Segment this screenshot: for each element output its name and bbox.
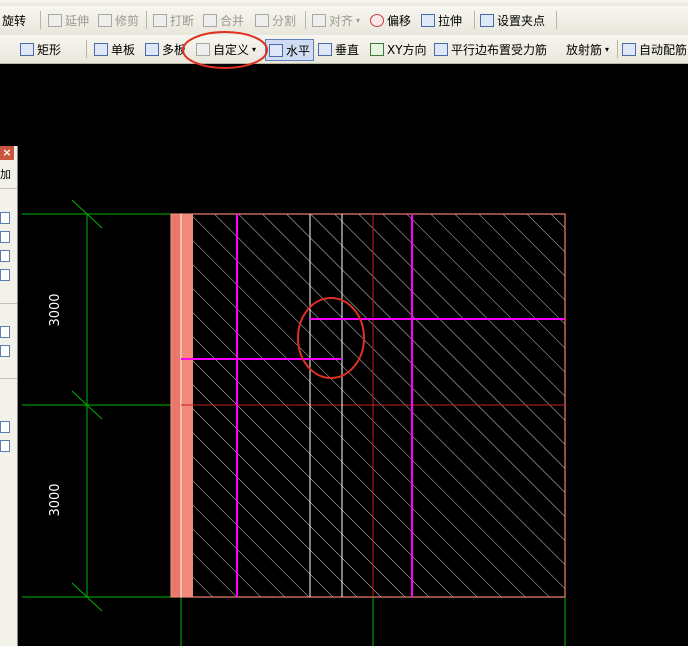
parallel-edge-label: 平行边布置受力筋 [451,42,548,57]
separator [305,11,306,29]
vertical-button[interactable]: 垂直 [318,39,359,59]
rotate-label: 旋转 [2,13,27,28]
separator [40,11,41,29]
rect-button[interactable]: 矩形 [20,39,61,59]
trim-button[interactable]: 修剪 [98,10,139,30]
extend-icon [48,13,62,27]
annotation-ellipse [182,31,268,69]
radial-rebar-button[interactable]: 放射筋 ▾ [566,39,609,59]
separator [146,11,147,29]
stretch-icon [421,13,435,27]
stretch-label: 拉伸 [438,13,463,28]
dimension-label-bottom: 3000 [48,483,63,516]
offset-label: 偏移 [387,13,412,28]
horizontal-rebar-icon [269,43,283,57]
single-slab-label: 单板 [111,42,136,57]
separator [474,11,475,29]
split-label: 分割 [272,13,297,28]
single-slab-button[interactable]: 单板 [94,39,135,59]
grip-pencil-icon [480,13,494,27]
break-label: 打断 [170,13,195,28]
auto-rebar-button[interactable]: 自动配筋 [622,39,687,59]
align-label: 对齐 [329,13,354,28]
dimension-label-top: 3000 [48,293,63,326]
xy-direction-button[interactable]: XY方向 [370,39,427,59]
separator [86,40,87,58]
split-button[interactable]: 分割 [255,10,296,30]
merge-icon [203,13,217,27]
rectangle-icon [20,42,34,56]
split-icon [255,13,269,27]
offset-button[interactable]: 偏移 [370,10,411,30]
set-grip-label: 设置夹点 [497,13,546,28]
vertical-rebar-icon [318,42,332,56]
xy-label: XY方向 [387,42,427,57]
toolbar-annotation [182,31,268,69]
extend-label: 延伸 [65,13,90,28]
align-button[interactable]: 对齐 ▾ [312,10,360,30]
rect-label: 矩形 [37,42,62,57]
parallel-edge-icon [434,42,448,56]
break-icon [153,13,167,27]
extend-button[interactable]: 延伸 [48,10,89,30]
dropdown-arrow-icon: ▾ [356,15,361,25]
drawing-canvas[interactable]: 3000 3000 [0,63,688,646]
rotate-button[interactable]: 旋转 [2,10,26,30]
merge-button[interactable]: 合并 [203,10,244,30]
set-grip-button[interactable]: 设置夹点 [480,10,545,30]
auto-rebar-icon [622,42,636,56]
separator [556,11,557,29]
offset-icon [370,13,384,27]
merge-label: 合并 [220,13,245,28]
align-icon [312,13,326,27]
stretch-button[interactable]: 拉伸 [421,10,462,30]
vertical-label: 垂直 [335,42,360,57]
trim-icon [98,13,112,27]
dropdown-arrow-icon: ▾ [605,44,610,54]
separator [617,40,618,58]
horizontal-button[interactable]: 水平 [265,39,315,61]
slab-rebar-toolbar: 矩形 单板 多板 自定义 ▾ 水平 垂直 XY方向 平行边布置受力筋 放射筋 ▾… [0,35,688,64]
trim-label: 修剪 [115,13,140,28]
xy-direction-icon [370,42,384,56]
radial-label: 放射筋 [566,42,603,57]
single-slab-icon [94,42,108,56]
break-button[interactable]: 打断 [153,10,194,30]
auto-rebar-label: 自动配筋 [639,42,688,57]
edit-toolbar: 旋转 延伸 修剪 打断 合并 分割 对齐 ▾ 偏移 拉伸 设置夹点 [0,6,688,36]
multi-slab-icon [145,42,159,56]
horizontal-label: 水平 [286,43,311,58]
parallel-edge-button[interactable]: 平行边布置受力筋 [434,39,547,59]
